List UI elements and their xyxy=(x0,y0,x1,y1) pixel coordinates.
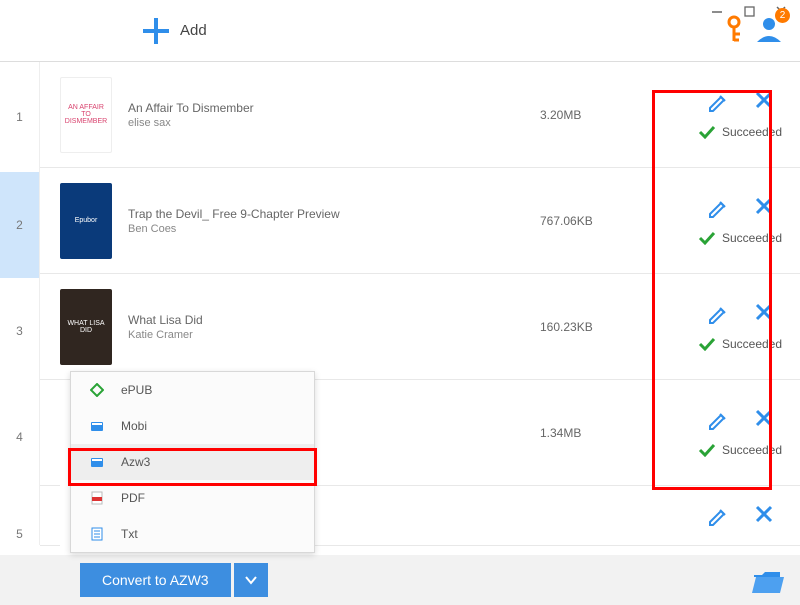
list-item[interactable]: WHAT LISA DID What Lisa Did Katie Cramer… xyxy=(40,274,800,380)
mobi-icon xyxy=(89,418,105,434)
book-meta: What Lisa Did Katie Cramer xyxy=(128,313,540,341)
open-folder-button[interactable] xyxy=(752,569,784,595)
row-index: 2 xyxy=(0,172,40,278)
convert-dropdown-toggle[interactable] xyxy=(234,563,268,597)
edit-icon[interactable] xyxy=(707,505,729,527)
status-badge: Succeeded xyxy=(698,125,782,139)
txt-icon xyxy=(89,526,105,542)
book-author: Katie Cramer xyxy=(128,329,540,341)
status-badge: Succeeded xyxy=(698,337,782,351)
list-item[interactable]: AN AFFAIR TO DISMEMBER An Affair To Dism… xyxy=(40,62,800,168)
book-cover: WHAT LISA DID xyxy=(60,289,112,365)
check-icon xyxy=(698,231,716,245)
remove-icon[interactable] xyxy=(755,409,773,431)
book-size: 160.23KB xyxy=(540,320,680,334)
list-item[interactable]: Epubor Trap the Devil_ Free 9-Chapter Pr… xyxy=(40,168,800,274)
notification-badge: 2 xyxy=(775,8,790,23)
book-meta: Trap the Devil_ Free 9-Chapter Preview B… xyxy=(128,207,540,235)
convert-label: Convert to AZW3 xyxy=(80,563,231,597)
row-index: 3 xyxy=(0,278,40,384)
format-option-pdf[interactable]: PDF xyxy=(71,480,314,516)
check-icon xyxy=(698,337,716,351)
book-title: An Affair To Dismember xyxy=(128,101,540,115)
footer: Convert to AZW3 xyxy=(0,555,800,605)
book-title: What Lisa Did xyxy=(128,313,540,327)
row-index-column: 1 2 3 4 5 xyxy=(0,62,40,555)
edit-icon[interactable] xyxy=(707,409,729,431)
format-option-epub[interactable]: ePUB xyxy=(71,372,314,408)
check-icon xyxy=(698,443,716,457)
row-index: 5 xyxy=(0,490,40,545)
remove-icon[interactable] xyxy=(755,303,773,325)
remove-icon[interactable] xyxy=(755,505,773,527)
book-size: 1.34MB xyxy=(540,426,680,440)
book-cover: Epubor xyxy=(60,183,112,259)
azw3-icon xyxy=(89,454,105,470)
add-button[interactable]: Add xyxy=(140,15,207,47)
status-badge: Succeeded xyxy=(698,231,782,245)
book-title: Trap the Devil_ Free 9-Chapter Preview xyxy=(128,207,540,221)
book-cover: AN AFFAIR TO DISMEMBER xyxy=(60,77,112,153)
folder-icon xyxy=(752,569,784,595)
format-option-txt[interactable]: Txt xyxy=(71,516,314,552)
add-label: Add xyxy=(180,22,207,39)
status-badge: Succeeded xyxy=(698,443,782,457)
format-option-azw3[interactable]: Azw3 xyxy=(71,444,314,480)
book-author: Ben Coes xyxy=(128,223,540,235)
book-meta: An Affair To Dismember elise sax xyxy=(128,101,540,129)
format-menu: ePUB Mobi Azw3 PDF Txt xyxy=(70,371,315,553)
book-author: elise sax xyxy=(128,117,540,129)
pdf-icon xyxy=(89,490,105,506)
row-index: 4 xyxy=(0,384,40,490)
chevron-down-icon xyxy=(244,575,258,585)
format-option-mobi[interactable]: Mobi xyxy=(71,408,314,444)
edit-icon[interactable] xyxy=(707,91,729,113)
check-icon xyxy=(698,125,716,139)
key-icon[interactable] xyxy=(722,14,746,44)
toolbar: Add 2 xyxy=(0,0,800,62)
book-size: 3.20MB xyxy=(540,108,680,122)
edit-icon[interactable] xyxy=(707,303,729,325)
edit-icon[interactable] xyxy=(707,197,729,219)
row-index: 1 xyxy=(0,62,40,172)
remove-icon[interactable] xyxy=(755,91,773,113)
remove-icon[interactable] xyxy=(755,197,773,219)
epub-icon xyxy=(89,382,105,398)
convert-button[interactable]: Convert to AZW3 xyxy=(80,563,268,597)
user-icon[interactable]: 2 xyxy=(754,14,784,44)
plus-icon xyxy=(140,15,172,47)
book-size: 767.06KB xyxy=(540,214,680,228)
